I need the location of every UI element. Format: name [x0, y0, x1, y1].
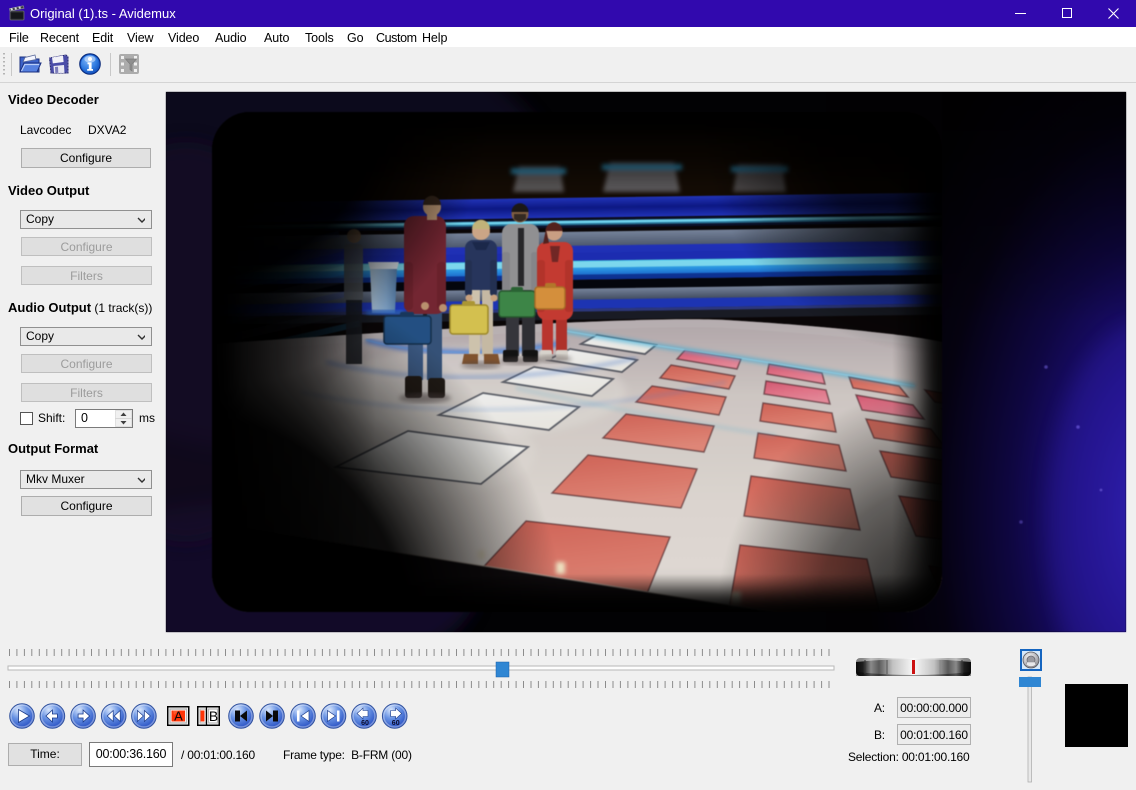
- svg-text:60: 60: [361, 720, 369, 727]
- svg-text:A: A: [174, 709, 183, 724]
- svg-text:B: B: [209, 708, 218, 724]
- svg-text:60: 60: [392, 720, 400, 727]
